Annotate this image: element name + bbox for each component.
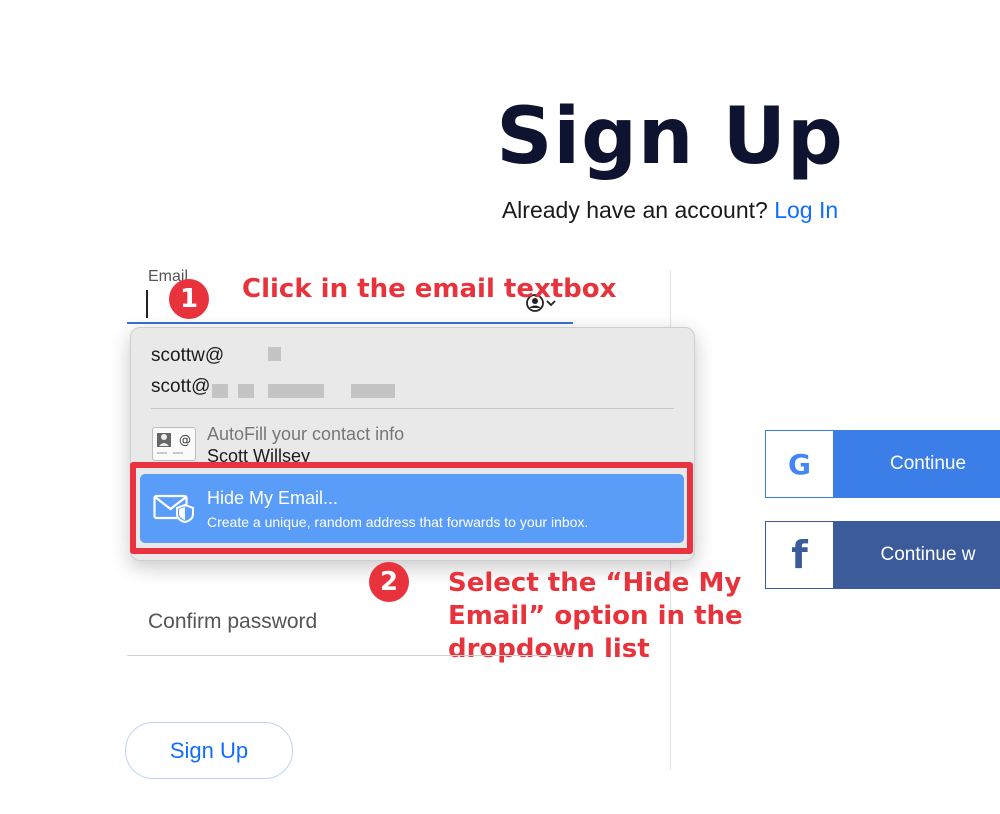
continue-with-facebook-button[interactable]: f Continue w bbox=[765, 521, 1000, 589]
google-icon: G bbox=[766, 431, 833, 497]
email-input-caret[interactable] bbox=[146, 290, 148, 318]
redacted-text bbox=[268, 347, 281, 361]
facebook-button-label: Continue w bbox=[880, 544, 976, 565]
page-title: Sign Up bbox=[496, 92, 844, 182]
redacted-text bbox=[351, 384, 395, 398]
step-1-badge: 1 bbox=[169, 279, 209, 319]
hide-my-email-option[interactable]: Hide My Email... Create a unique, random… bbox=[140, 474, 684, 543]
hide-my-email-subtitle: Create a unique, random address that for… bbox=[207, 514, 589, 530]
facebook-icon: f bbox=[766, 522, 833, 588]
hide-my-email-title: Hide My Email... bbox=[207, 488, 339, 508]
email-suggestion-1[interactable]: scottw@ bbox=[151, 345, 224, 367]
redacted-text bbox=[268, 384, 324, 398]
login-prompt: Already have an account? Log In bbox=[470, 197, 870, 224]
login-prompt-text: Already have an account? bbox=[501, 197, 768, 223]
redacted-text bbox=[212, 384, 228, 398]
confirm-password-field[interactable]: Confirm password bbox=[148, 610, 317, 634]
sign-up-button[interactable]: Sign Up bbox=[125, 722, 293, 779]
login-link[interactable]: Log In bbox=[774, 197, 838, 223]
step-2-instruction: Select the “Hide My Email” option in the… bbox=[448, 568, 743, 664]
svg-text:@: @ bbox=[179, 433, 191, 447]
autofill-contact-title[interactable]: AutoFill your contact info bbox=[207, 424, 404, 445]
confirm-password-underline bbox=[127, 655, 573, 656]
redacted-text bbox=[238, 384, 254, 398]
google-button-label: Continue bbox=[889, 453, 967, 474]
step-1-instruction: Click in the email textbox bbox=[242, 274, 617, 304]
email-input[interactable] bbox=[127, 322, 573, 324]
dropdown-separator bbox=[151, 408, 674, 409]
step-2-badge: 2 bbox=[369, 562, 409, 602]
contact-card-icon: @ bbox=[152, 427, 196, 461]
hide-my-email-icon bbox=[153, 493, 195, 524]
email-suggestion-2[interactable]: scott@ bbox=[151, 376, 210, 398]
continue-with-google-button[interactable]: G Continue bbox=[765, 430, 1000, 498]
